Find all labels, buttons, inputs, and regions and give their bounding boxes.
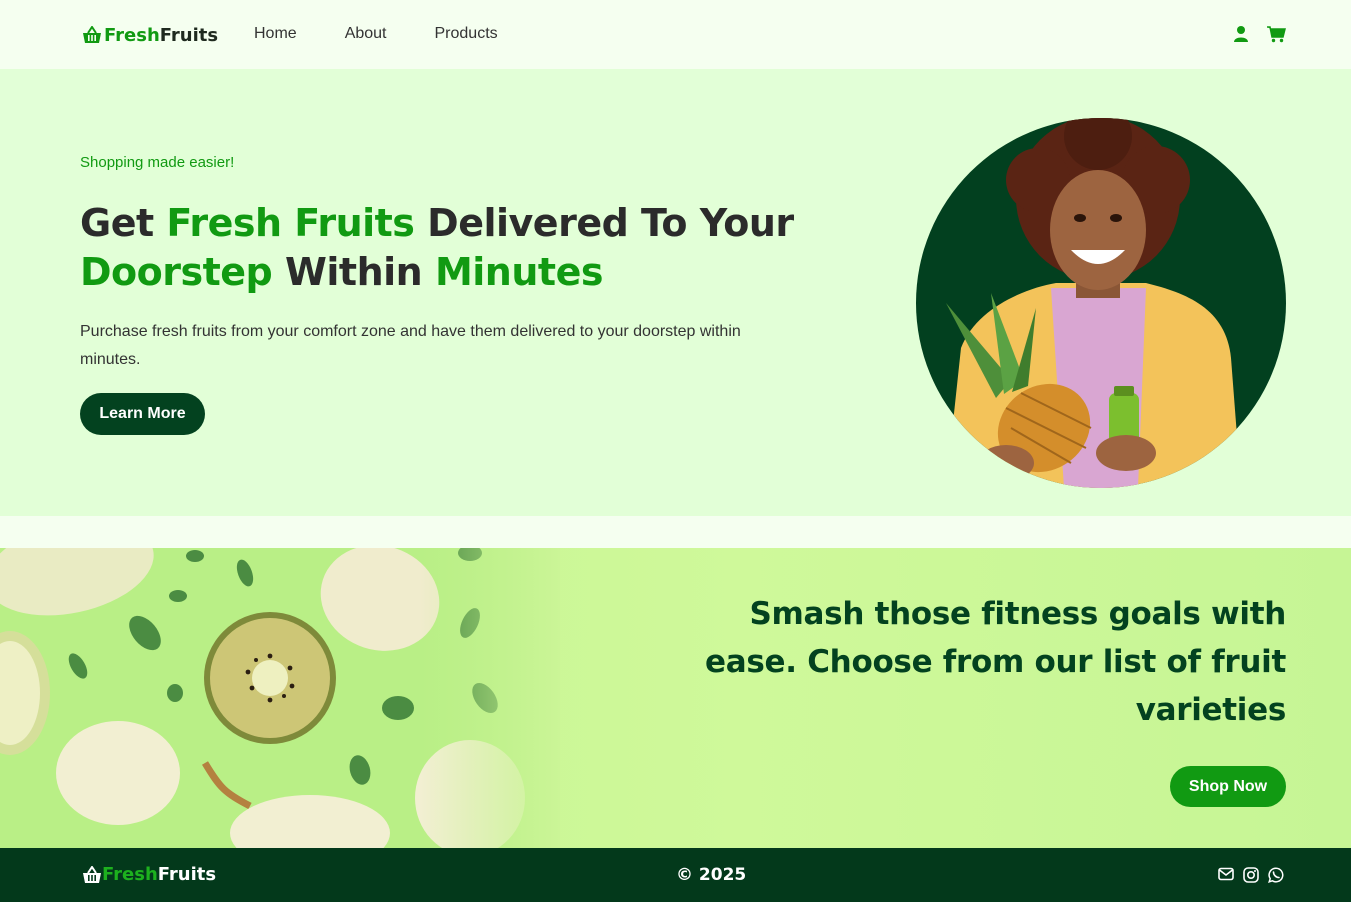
nav-home-link[interactable]: Home (254, 25, 297, 43)
hero-woman-image (916, 118, 1286, 488)
headline-highlight: Doorstep (80, 250, 273, 294)
headline-part: Get (80, 201, 167, 245)
basket-icon (83, 865, 101, 883)
headline-highlight: Minutes (434, 250, 604, 294)
user-icon[interactable] (1232, 25, 1250, 43)
promo-section: Smash those fitness goals with ease. Cho… (0, 548, 1351, 848)
fruit-slices-image (0, 548, 560, 848)
cart-icon[interactable] (1266, 25, 1286, 43)
brand-fruits: Fruits (159, 24, 219, 46)
brand-logo[interactable]: Fresh Fruits (82, 23, 218, 47)
footer-brand-fresh: Fresh (102, 864, 158, 885)
nav-about-link[interactable]: About (345, 25, 387, 43)
brand-fresh: Fresh (104, 24, 160, 46)
learn-more-button[interactable]: Learn More (80, 393, 205, 435)
top-nav: Fresh Fruits Home About Products (0, 0, 1351, 69)
promo-title: Smash those fitness goals with ease. Cho… (705, 596, 1286, 728)
copyright-text: © 2025 (676, 865, 747, 885)
hero-tagline: Shopping made easier! (80, 154, 235, 171)
footer: Fresh Fruits © 2025 (0, 848, 1351, 902)
nav-icons (1232, 25, 1286, 43)
instagram-icon[interactable] (1243, 867, 1259, 883)
hero-section: Shopping made easier! Get Fresh Fruits D… (0, 69, 1351, 516)
mail-icon[interactable] (1218, 867, 1234, 881)
hero-description: Purchase fresh fruits from your comfort … (80, 323, 741, 368)
nav-products-link[interactable]: Products (435, 25, 498, 43)
basket-icon (83, 26, 101, 43)
footer-brand-logo[interactable]: Fresh Fruits (82, 864, 216, 885)
headline-part: Delivered To Your (414, 201, 794, 245)
shop-now-button[interactable]: Shop Now (1170, 766, 1286, 807)
footer-brand-fruits: Fruits (157, 864, 217, 885)
hero-headline: Get Fresh Fruits Delivered To Your Doors… (80, 199, 840, 297)
whatsapp-icon[interactable] (1268, 867, 1284, 883)
social-icons (1218, 867, 1284, 883)
headline-part: Within (272, 250, 435, 294)
headline-highlight: Fresh Fruits (166, 201, 415, 245)
nav-links: Home About Products (254, 25, 498, 43)
